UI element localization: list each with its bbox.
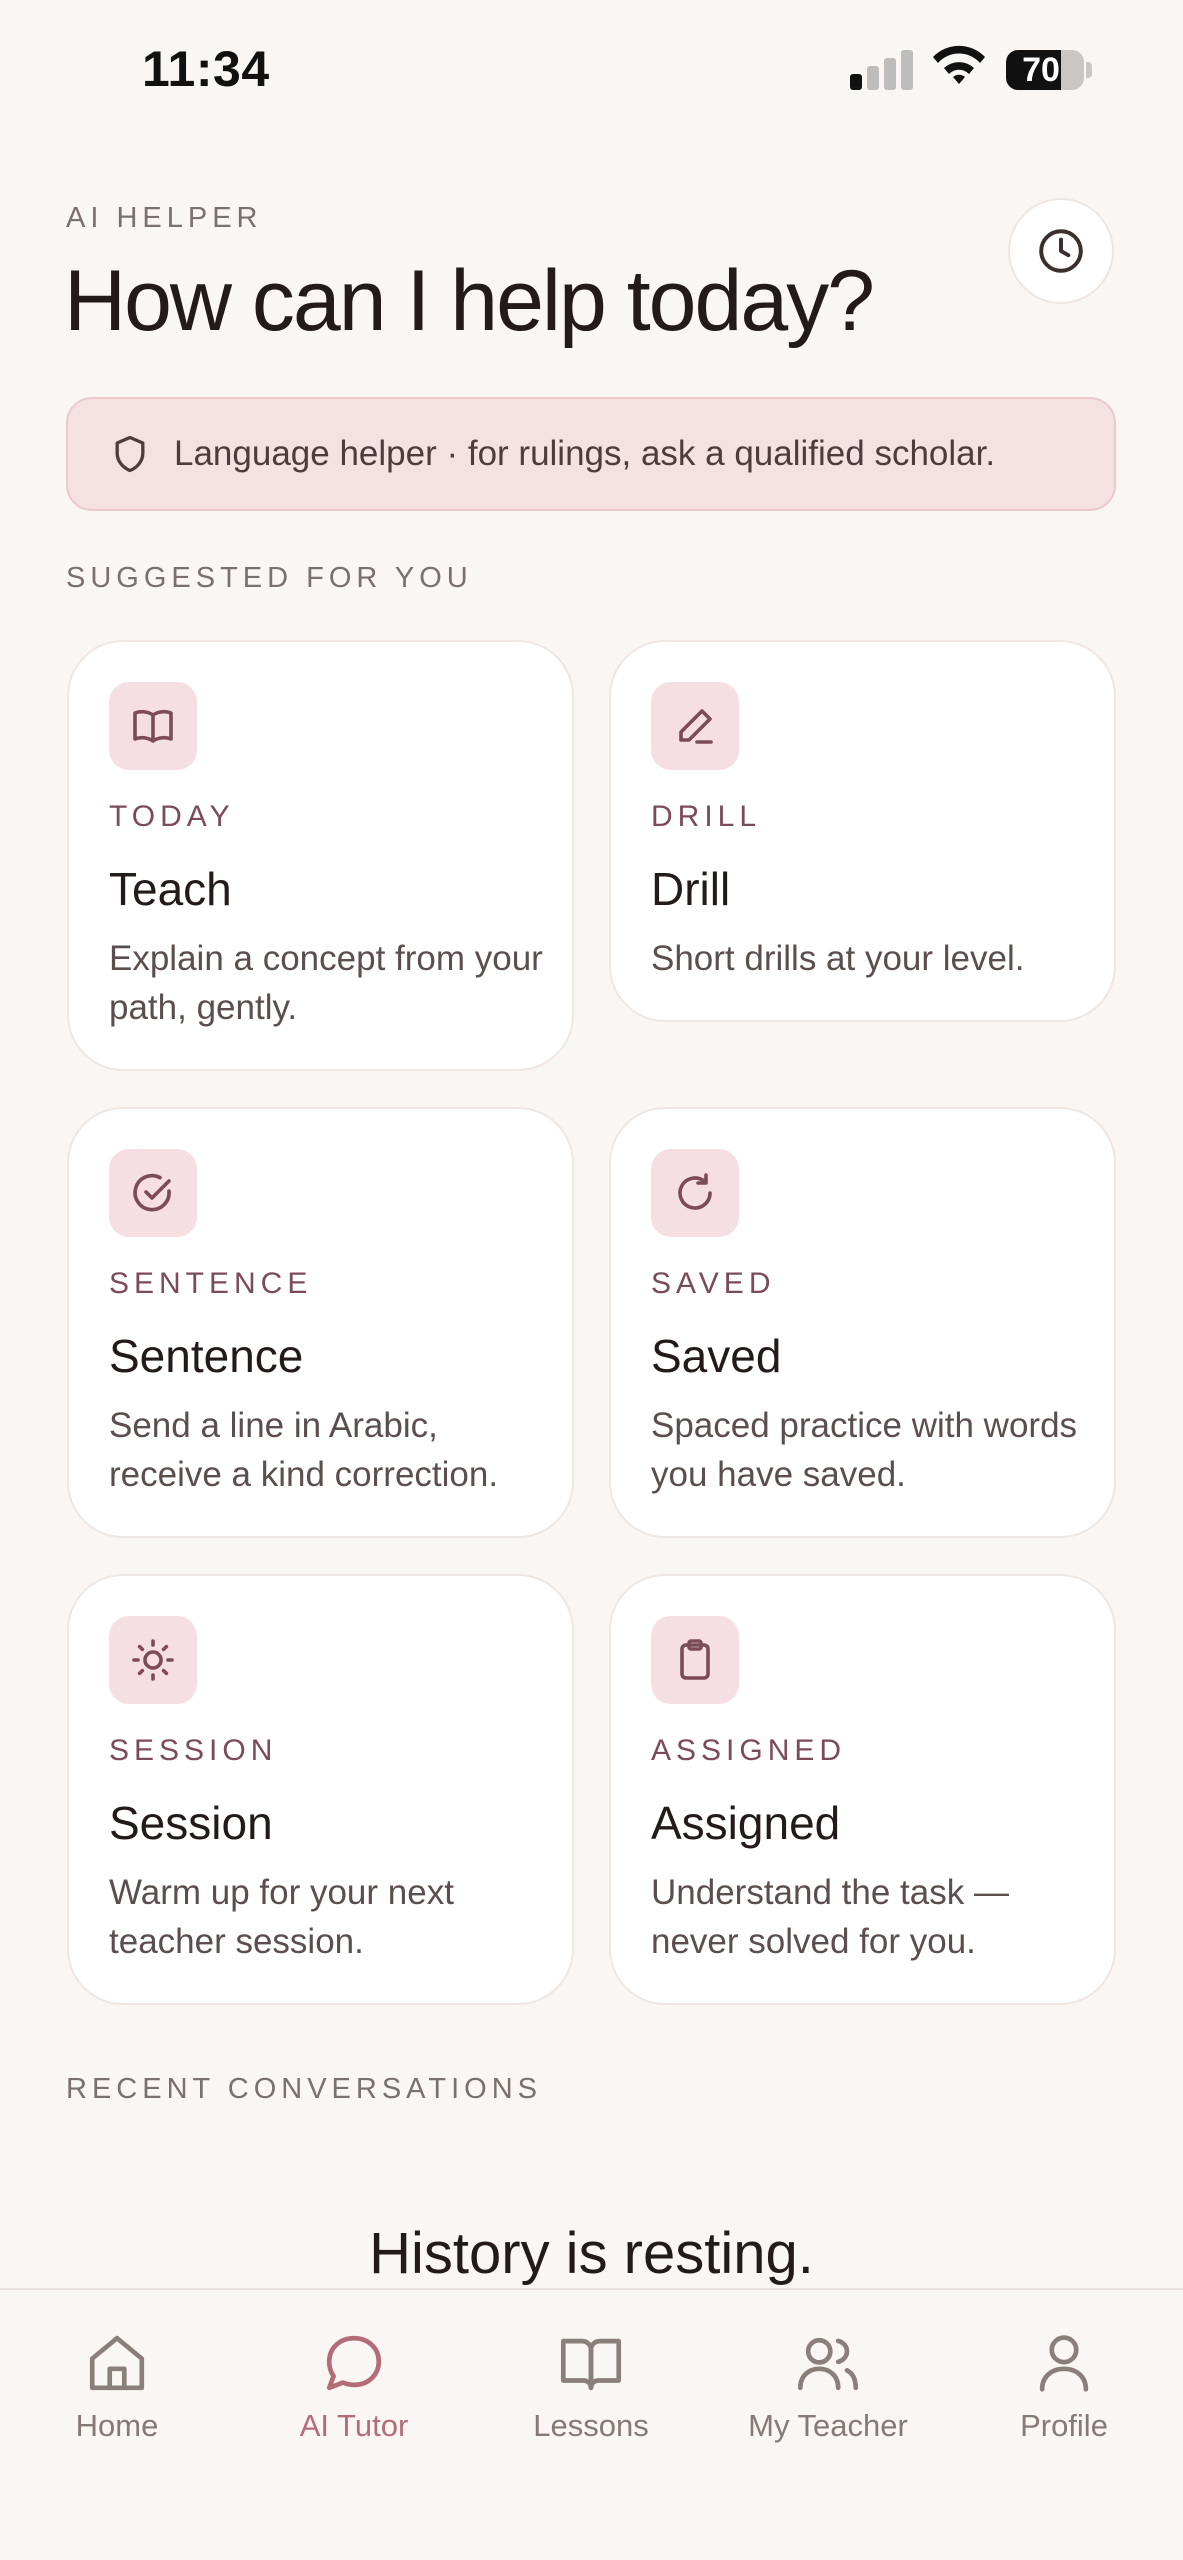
book-open-icon (133, 709, 173, 743)
card-title: Saved (651, 1330, 782, 1382)
refresh-icon (678, 1173, 712, 1210)
card-title: Session (109, 1797, 273, 1849)
suggested-section-label: SUGGESTED FOR YOU (66, 562, 473, 594)
battery-level: 70 (1022, 51, 1060, 89)
shield-icon (115, 435, 145, 473)
card-eyebrow: SAVED (651, 1267, 776, 1300)
pencil-icon (679, 709, 713, 744)
page-eyebrow: AI HELPER (66, 202, 263, 234)
disclaimer-text: Language helper · for rulings, ask a qua… (174, 434, 996, 473)
card-description: Send a line in Arabic, receive a kind co… (109, 1406, 499, 1494)
suggestion-card-teach[interactable]: TODAY Teach Explain a concept from your … (67, 640, 574, 1071)
card-description: Short drills at your level. (651, 939, 1025, 978)
suggestion-card-session[interactable]: SESSION Session Warm up for your next te… (67, 1574, 574, 2005)
book-icon (560, 2338, 622, 2391)
tab-label: My Teacher (748, 2408, 908, 2443)
battery-cap (1086, 62, 1092, 78)
disclaimer-banner: Language helper · for rulings, ask a qua… (66, 397, 1116, 511)
suggestion-card-assigned[interactable]: ASSIGNED Assigned Understand the task — … (609, 1574, 1116, 2005)
tab-my-teacher[interactable]: My Teacher (728, 2328, 928, 2458)
suggestion-card-drill[interactable]: DRILL Drill Short drills at your level. (609, 640, 1116, 1022)
tab-label: Lessons (533, 2408, 649, 2443)
card-eyebrow: SENTENCE (109, 1267, 313, 1300)
card-title: Sentence (109, 1330, 304, 1382)
card-eyebrow: ASSIGNED (651, 1734, 847, 1767)
card-description: Understand the task — never solved for y… (651, 1873, 1009, 1961)
suggestion-card-sentence[interactable]: SENTENCE Sentence Send a line in Arabic,… (67, 1107, 574, 1538)
history-button[interactable] (1008, 198, 1114, 304)
recent-section-label: RECENT CONVERSATIONS (66, 2073, 542, 2105)
tab-home[interactable]: Home (17, 2328, 217, 2458)
check-circle-icon (133, 1173, 171, 1212)
card-eyebrow: TODAY (109, 800, 235, 833)
tab-profile[interactable]: Profile (964, 2328, 1164, 2458)
tab-label: AI Tutor (299, 2408, 409, 2443)
page-title: How can I help today? (64, 253, 875, 349)
sun-icon (132, 1639, 174, 1681)
card-description: Explain a concept from your path, gently… (109, 939, 543, 1027)
tab-lessons[interactable]: Lessons (491, 2328, 691, 2458)
battery-icon: 70 (1006, 50, 1084, 90)
tab-label: Profile (1020, 2408, 1108, 2443)
cellular-signal-icon (850, 48, 914, 90)
users-icon (797, 2337, 859, 2391)
card-eyebrow: DRILL (651, 800, 762, 833)
card-title: Drill (651, 863, 731, 915)
card-title: Assigned (651, 1797, 841, 1849)
card-title: Teach (109, 863, 232, 915)
clipboard-icon (680, 1639, 710, 1680)
tab-label: Home (75, 2408, 159, 2443)
card-description: Spaced practice with words you have save… (651, 1406, 1078, 1494)
user-icon (1039, 2335, 1089, 2392)
chat-bubble-icon (326, 2335, 382, 2391)
card-description: Warm up for your next teacher session. (109, 1873, 454, 1961)
card-eyebrow: SESSION (109, 1734, 278, 1767)
status-time: 11:34 (142, 41, 270, 97)
status-bar: 11:34 70 (0, 0, 1183, 140)
clock-icon (1039, 229, 1083, 273)
home-icon (89, 2335, 145, 2391)
tab-bar: Home AI Tutor Lessons My Teacher Profile (0, 2288, 1183, 2560)
tab-ai-tutor[interactable]: AI Tutor (254, 2328, 454, 2458)
empty-state-title: History is resting. (369, 2221, 814, 2286)
wifi-icon (933, 45, 985, 84)
suggestion-card-saved[interactable]: SAVED Saved Spaced practice with words y… (609, 1107, 1116, 1538)
